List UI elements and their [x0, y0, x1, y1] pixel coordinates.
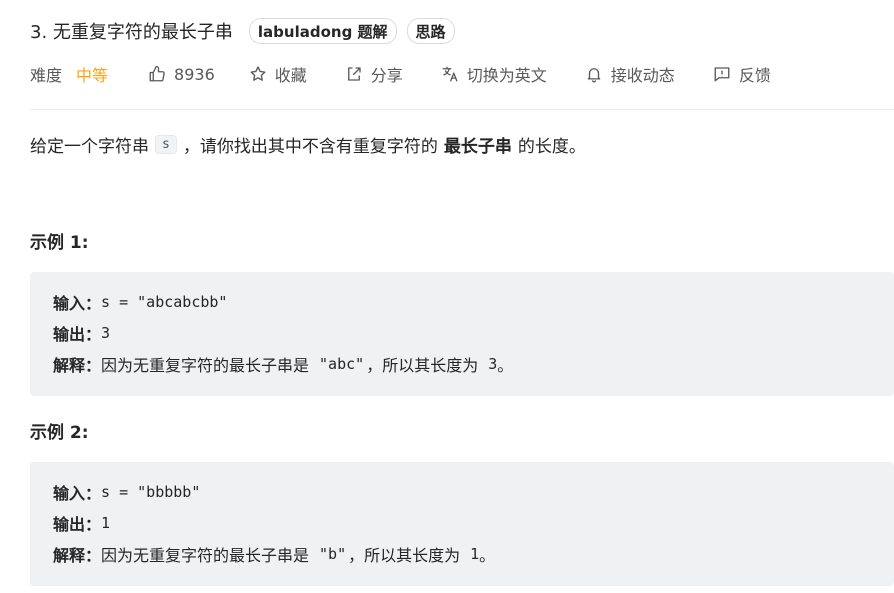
explain-num: 1 — [470, 545, 480, 563]
difficulty-value: 中等 — [76, 66, 109, 85]
example-1-input: 输入： s = "abcabcbb" — [53, 290, 227, 314]
tag-labuladong[interactable]: labuladong 题解 — [248, 18, 397, 44]
favorite-button[interactable]: 收藏 — [249, 62, 307, 86]
like-count: 8936 — [174, 64, 215, 84]
divider — [30, 109, 894, 110]
explain-text-2: ，所以其长度为 — [366, 356, 479, 375]
desc-code: s — [155, 134, 177, 154]
explain-text-2: ，所以其长度为 — [348, 546, 461, 565]
desc-text-3: 的长度。 — [517, 136, 586, 157]
difficulty-label: 难度 — [30, 66, 63, 85]
share-button[interactable]: 分享 — [345, 62, 403, 86]
desc-text-2: ，请你找出其中不含有重复字符的 — [182, 136, 438, 157]
example-2-output: 输出： 1 — [53, 511, 110, 535]
explain-text: 因为无重复字符的最长子串是 — [101, 356, 310, 375]
problem-page: 3. 无重复字符的最长子串 labuladong 题解 思路 难度 中等 893… — [0, 0, 894, 593]
problem-description: 给定一个字符串 s ，请你找出其中不含有重复字符的 最长子串 的长度。 — [30, 130, 586, 158]
explain-end: 。 — [497, 356, 514, 375]
difficulty: 难度 中等 — [30, 62, 108, 86]
feedback-label: 反馈 — [738, 66, 771, 85]
problem-title: 3. 无重复字符的最长子串 — [30, 22, 233, 43]
example-1-output: 输出： 3 — [53, 321, 110, 345]
explain-label: 解释： — [53, 356, 102, 375]
title-row: 3. 无重复字符的最长子串 labuladong 题解 思路 — [30, 17, 455, 45]
explain-label: 解释： — [53, 546, 102, 565]
favorite-label: 收藏 — [274, 66, 307, 85]
feedback-button[interactable]: 反馈 — [713, 62, 771, 86]
switch-language-label: 切换为英文 — [466, 66, 547, 85]
explain-text: 因为无重复字符的最长子串是 — [101, 546, 310, 565]
explain-code: "abc" — [319, 355, 365, 373]
example-2-box: 输入： s = "bbbbb" 输出： 1 解释： 因为无重复字符的最长子串是 … — [30, 462, 894, 586]
example-2-explanation: 解释： 因为无重复字符的最长子串是 "b" ，所以其长度为 1 。 — [53, 542, 495, 566]
explain-end: 。 — [479, 546, 496, 565]
explain-code: "b" — [319, 545, 347, 563]
feedback-icon — [714, 67, 730, 82]
input-value: s = "abcabcbb" — [101, 293, 228, 311]
desc-bold: 最长子串 — [443, 136, 512, 157]
switch-language-button[interactable]: 切换为英文 — [441, 62, 547, 86]
output-value: 1 — [101, 514, 111, 532]
meta-row: 难度 中等 8936 收藏 分享 切换为英文 接收动态 反馈 — [30, 62, 771, 86]
notify-button[interactable]: 接收动态 — [585, 62, 675, 86]
input-label: 输入： — [53, 294, 102, 313]
output-label: 输出： — [53, 515, 102, 534]
tag-hint[interactable]: 思路 — [406, 18, 455, 44]
example-1-heading: 示例 1: — [30, 233, 89, 253]
bell-icon — [587, 68, 601, 83]
explain-num: 3 — [488, 355, 498, 373]
desc-text-1: 给定一个字符串 — [30, 136, 149, 157]
notify-label: 接收动态 — [610, 66, 675, 85]
input-value: s = "bbbbb" — [101, 483, 201, 501]
like-button[interactable]: 8936 — [148, 65, 215, 84]
output-label: 输出： — [53, 325, 102, 344]
star-icon — [250, 66, 266, 81]
output-value: 3 — [101, 324, 111, 342]
example-2-input: 输入： s = "bbbbb" — [53, 480, 200, 504]
share-label: 分享 — [370, 66, 403, 85]
thumbs-up-icon — [149, 65, 165, 82]
example-1-explanation: 解释： 因为无重复字符的最长子串是 "abc" ，所以其长度为 3 。 — [53, 352, 513, 376]
translate-icon — [442, 66, 458, 82]
input-label: 输入： — [53, 484, 102, 503]
share-icon — [347, 67, 361, 81]
example-1-box: 输入： s = "abcabcbb" 输出： 3 解释： 因为无重复字符的最长子… — [30, 272, 894, 396]
example-2-heading: 示例 2: — [30, 423, 89, 443]
